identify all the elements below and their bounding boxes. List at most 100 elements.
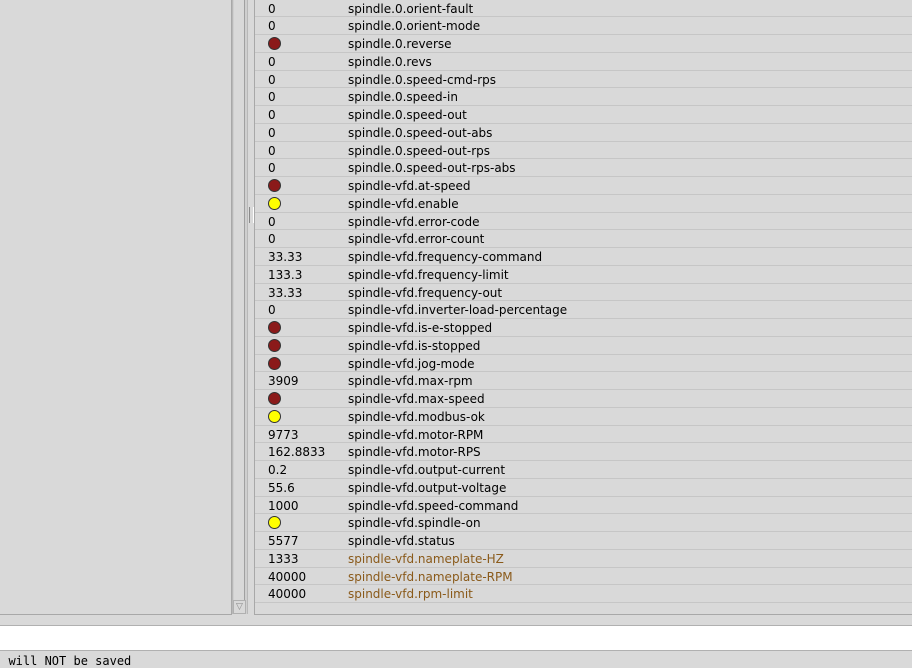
watch-row[interactable]: 1333 spindle-vfd.nameplate-HZ	[255, 550, 912, 568]
watch-row[interactable]: spindle-vfd.is-e-stopped	[255, 319, 912, 337]
pin-value: 33.33	[268, 285, 303, 300]
pin-value: 3909	[268, 374, 299, 389]
watch-row[interactable]: spindle.0.reverse	[255, 35, 912, 53]
watch-row[interactable]: 0.2 spindle-vfd.output-current	[255, 461, 912, 479]
pin-value: 0.2	[268, 463, 288, 477]
led-off-icon	[268, 321, 281, 334]
watch-row[interactable]: 3909 spindle-vfd.max-rpm	[255, 372, 912, 390]
pin-value: 1000	[268, 498, 299, 513]
pin-name: spindle-vfd.motor-RPS	[348, 445, 481, 460]
pin-name: spindle-vfd.modbus-ok	[348, 409, 485, 424]
pin-value: 5577	[268, 534, 299, 548]
watch-row[interactable]: 162.8833 spindle-vfd.motor-RPS	[255, 443, 912, 461]
watch-row[interactable]: 0 spindle.0.orient-fault	[255, 0, 912, 18]
watch-row[interactable]: 33.33 spindle-vfd.frequency-command	[255, 248, 912, 266]
watch-row[interactable]: spindle-vfd.max-speed	[255, 390, 912, 408]
pin-value: 133.3	[268, 267, 303, 282]
led-off-icon	[268, 179, 281, 192]
pin-value: 0	[268, 1, 276, 16]
pin-value: 40000	[268, 587, 307, 602]
watch-row[interactable]: 0 spindle-vfd.inverter-load-percentage	[255, 301, 912, 319]
watch-row[interactable]: 0 spindle.0.revs	[255, 53, 912, 71]
pin-value: 1333	[268, 551, 299, 566]
footer-message: : will NOT be saved	[0, 654, 132, 668]
pin-name: spindle-vfd.jog-mode	[348, 356, 475, 371]
pin-name: spindle-vfd.frequency-limit	[348, 267, 509, 282]
pin-value: 162.8833	[268, 445, 326, 460]
pin-value: 0	[268, 19, 276, 34]
pin-name: spindle.0.reverse	[348, 37, 452, 51]
pin-name: spindle-vfd.is-e-stopped	[348, 321, 493, 335]
led-on-icon	[268, 409, 281, 423]
param-name: spindle-vfd.nameplate-RPM	[348, 569, 513, 584]
pin-value: 0	[268, 108, 276, 122]
watch-row[interactable]: spindle-vfd.enable	[255, 195, 912, 213]
param-name: spindle-vfd.nameplate-HZ	[348, 551, 504, 566]
watch-row[interactable]: 1000 spindle-vfd.speed-command	[255, 497, 912, 515]
watch-row[interactable]: 0 spindle.0.speed-in	[255, 88, 912, 106]
watch-row[interactable]: spindle-vfd.spindle-on	[255, 514, 912, 532]
pin-name: spindle-vfd.at-speed	[348, 179, 471, 193]
pin-name: spindle-vfd.spindle-on	[348, 516, 481, 531]
pin-name: spindle-vfd.is-stopped	[348, 338, 481, 353]
pin-name: spindle-vfd.status	[348, 534, 455, 548]
watch-row[interactable]: 0 spindle.0.speed-out-abs	[255, 124, 912, 142]
watch-row[interactable]: 40000 spindle-vfd.rpm-limit	[255, 585, 912, 603]
watch-row[interactable]: 0 spindle.0.speed-out	[255, 106, 912, 124]
pin-name: spindle-vfd.max-speed	[348, 392, 485, 406]
watch-table: 0 spindle.0.orient-fault 0 spindle.0.orient…	[254, 0, 912, 615]
pin-value: 0	[268, 232, 276, 247]
pin-name: spindle-vfd.enable	[348, 196, 459, 211]
watch-row[interactable]: 55.6 spindle-vfd.output-voltage	[255, 479, 912, 497]
watch-row[interactable]: 0 spindle-vfd.error-count	[255, 230, 912, 248]
command-entry-bar[interactable]	[0, 625, 912, 651]
pin-name: spindle.0.speed-out-rps-abs	[348, 161, 516, 176]
watch-row[interactable]: 0 spindle.0.speed-cmd-rps	[255, 71, 912, 89]
pin-name: spindle-vfd.speed-command	[348, 498, 519, 513]
pin-name: spindle-vfd.error-count	[348, 232, 485, 247]
pin-name: spindle.0.orient-fault	[348, 1, 474, 16]
tree-pane[interactable]	[0, 0, 232, 615]
pin-value: 0	[268, 214, 276, 229]
pin-name: spindle-vfd.output-voltage	[348, 480, 507, 495]
pin-name: spindle-vfd.max-rpm	[348, 374, 473, 389]
led-off-icon	[268, 37, 281, 50]
pin-name: spindle-vfd.frequency-out	[348, 285, 503, 300]
pin-name: spindle.0.speed-out-rps	[348, 143, 490, 158]
pin-value: 55.6	[268, 480, 295, 495]
pin-name: spindle.0.orient-mode	[348, 19, 481, 34]
pin-value: 0	[268, 303, 276, 318]
watch-row[interactable]: spindle-vfd.at-speed	[255, 177, 912, 195]
watch-row[interactable]: 5577 spindle-vfd.status	[255, 532, 912, 550]
pin-name: spindle.0.speed-cmd-rps	[348, 72, 497, 87]
pin-name: spindle.0.speed-out-abs	[348, 125, 493, 140]
pin-value: 0	[268, 143, 276, 158]
tree-scrollbar-thumb[interactable]	[234, 0, 245, 600]
pin-value: 0	[268, 90, 276, 105]
scroll-down-arrow-icon[interactable]: ▽	[233, 600, 246, 614]
pin-name: spindle-vfd.output-current	[348, 463, 506, 477]
watch-row[interactable]: spindle-vfd.jog-mode	[255, 355, 912, 373]
watch-row[interactable]: 9773 spindle-vfd.motor-RPM	[255, 426, 912, 444]
pin-value: 0	[268, 161, 276, 176]
watch-row[interactable]: 0 spindle.0.speed-out-rps	[255, 142, 912, 160]
watch-row[interactable]: 0 spindle-vfd.error-code	[255, 213, 912, 231]
pin-name: spindle.0.revs	[348, 54, 432, 69]
pin-name: spindle.0.speed-in	[348, 90, 458, 105]
pin-name: spindle.0.speed-out	[348, 108, 467, 122]
pin-name: spindle-vfd.frequency-command	[348, 250, 543, 264]
pin-value: 40000	[268, 569, 307, 584]
led-off-icon	[268, 392, 281, 405]
watch-row[interactable]: spindle-vfd.is-stopped	[255, 337, 912, 355]
watch-row[interactable]: 40000 spindle-vfd.nameplate-RPM	[255, 568, 912, 586]
pin-value: 9773	[268, 427, 299, 442]
pin-name: spindle-vfd.error-code	[348, 214, 480, 229]
watch-row[interactable]: 133.3 spindle-vfd.frequency-limit	[255, 266, 912, 284]
led-off-icon	[268, 356, 281, 370]
watch-row[interactable]: 33.33 spindle-vfd.frequency-out	[255, 284, 912, 302]
watch-row[interactable]: 0 spindle.0.speed-out-rps-abs	[255, 159, 912, 177]
watch-row[interactable]: spindle-vfd.modbus-ok	[255, 408, 912, 426]
watch-row[interactable]: 0 spindle.0.orient-mode	[255, 17, 912, 35]
led-on-icon	[268, 516, 281, 530]
pin-value: 0	[268, 125, 276, 140]
